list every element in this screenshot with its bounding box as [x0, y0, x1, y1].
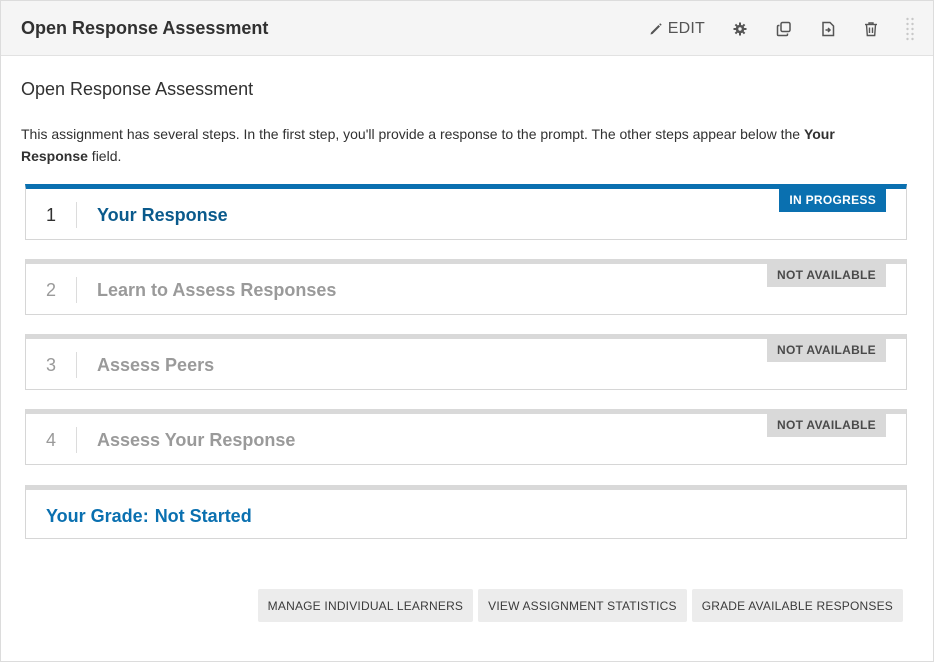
status-badge: NOT AVAILABLE	[766, 414, 886, 437]
grade-responses-button[interactable]: GRADE AVAILABLE RESPONSES	[691, 589, 903, 622]
step-number: 3	[26, 352, 77, 378]
step-assess-your-response: 4 Assess Your Response NOT AVAILABLE	[25, 409, 907, 465]
settings-button[interactable]	[733, 16, 747, 42]
status-badge: IN PROGRESS	[779, 189, 886, 212]
pencil-icon	[649, 22, 668, 36]
step-number: 1	[26, 202, 77, 228]
move-icon	[820, 21, 836, 37]
step-number: 4	[26, 427, 77, 453]
step-number: 2	[26, 277, 77, 303]
status-badge: NOT AVAILABLE	[766, 339, 886, 362]
edit-label: EDIT	[667, 20, 705, 37]
status-badge: NOT AVAILABLE	[766, 264, 886, 287]
step-your-response[interactable]: 1 Your Response IN PROGRESS	[25, 184, 907, 240]
manage-learners-button[interactable]: MANAGE INDIVIDUAL LEARNERS	[257, 589, 474, 622]
step-assess-peers: 3 Assess Peers NOT AVAILABLE	[25, 334, 907, 390]
duplicate-button[interactable]	[776, 16, 792, 42]
header-title: Open Response Assessment	[21, 18, 269, 38]
xblock-card: Open Response Assessment EDIT Open Respo…	[0, 0, 934, 662]
view-statistics-button[interactable]: VIEW ASSIGNMENT STATISTICS	[478, 589, 687, 622]
grade-value: Not Started	[154, 506, 252, 526]
staff-actions: MANAGE INDIVIDUAL LEARNERS VIEW ASSIGNME…	[257, 589, 903, 622]
assignment-instructions: This assignment has several steps. In th…	[21, 123, 901, 167]
step-label: Learn to Assess Responses	[97, 280, 337, 300]
delete-button[interactable]	[864, 16, 878, 42]
trash-icon	[864, 21, 878, 37]
move-button[interactable]	[820, 16, 836, 42]
grade-title: Your Grade:	[46, 506, 149, 526]
grade-label: Your Grade: Not Started	[46, 503, 252, 529]
gear-icon	[733, 22, 747, 36]
step-label: Assess Your Response	[97, 430, 296, 450]
intro-text-after: field.	[87, 148, 122, 164]
component-title: Open Response Assessment	[21, 79, 254, 99]
component-header: Open Response Assessment EDIT	[1, 1, 933, 56]
drag-handle-icon[interactable]	[905, 17, 915, 41]
intro-text-before: This assignment has several steps. In th…	[21, 126, 804, 142]
step-label[interactable]: Your Response	[97, 202, 228, 228]
step-label: Assess Peers	[97, 355, 215, 375]
duplicate-icon	[776, 21, 792, 37]
grade-section: Your Grade: Not Started	[25, 485, 907, 539]
edit-button[interactable]: EDIT	[649, 16, 705, 42]
step-learn-to-assess: 2 Learn to Assess Responses NOT AVAILABL…	[25, 259, 907, 315]
